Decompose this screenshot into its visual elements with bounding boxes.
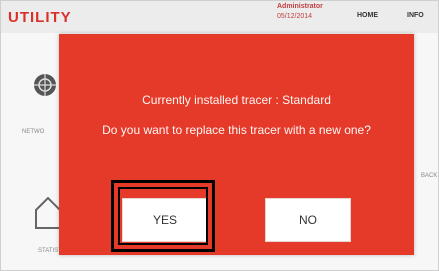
yes-button-highlight-box [111, 180, 215, 252]
yes-button-highlight-inner [118, 187, 208, 245]
nav-info-link[interactable]: INFO [407, 12, 424, 19]
back-tile-label: BACK [421, 173, 438, 179]
installed-tracer-message: Currently installed tracer : Standard [142, 93, 331, 107]
user-name: Administrator [277, 3, 323, 10]
nav-home-link[interactable]: HOME [357, 12, 378, 19]
user-info: Administrator 05/12/2014 [277, 2, 323, 22]
app-title: UTILITY [8, 9, 72, 26]
no-button[interactable]: NO [265, 198, 351, 242]
top-bar: UTILITY Administrator 05/12/2014 HOME IN… [1, 1, 438, 33]
screen-frame: UTILITY Administrator 05/12/2014 HOME IN… [0, 0, 439, 271]
current-date: 05/12/2014 [277, 13, 313, 20]
replace-question-message: Do you want to replace this tracer with … [102, 123, 371, 137]
network-icon[interactable] [31, 71, 59, 99]
network-tile-label: NETWO [22, 129, 45, 135]
